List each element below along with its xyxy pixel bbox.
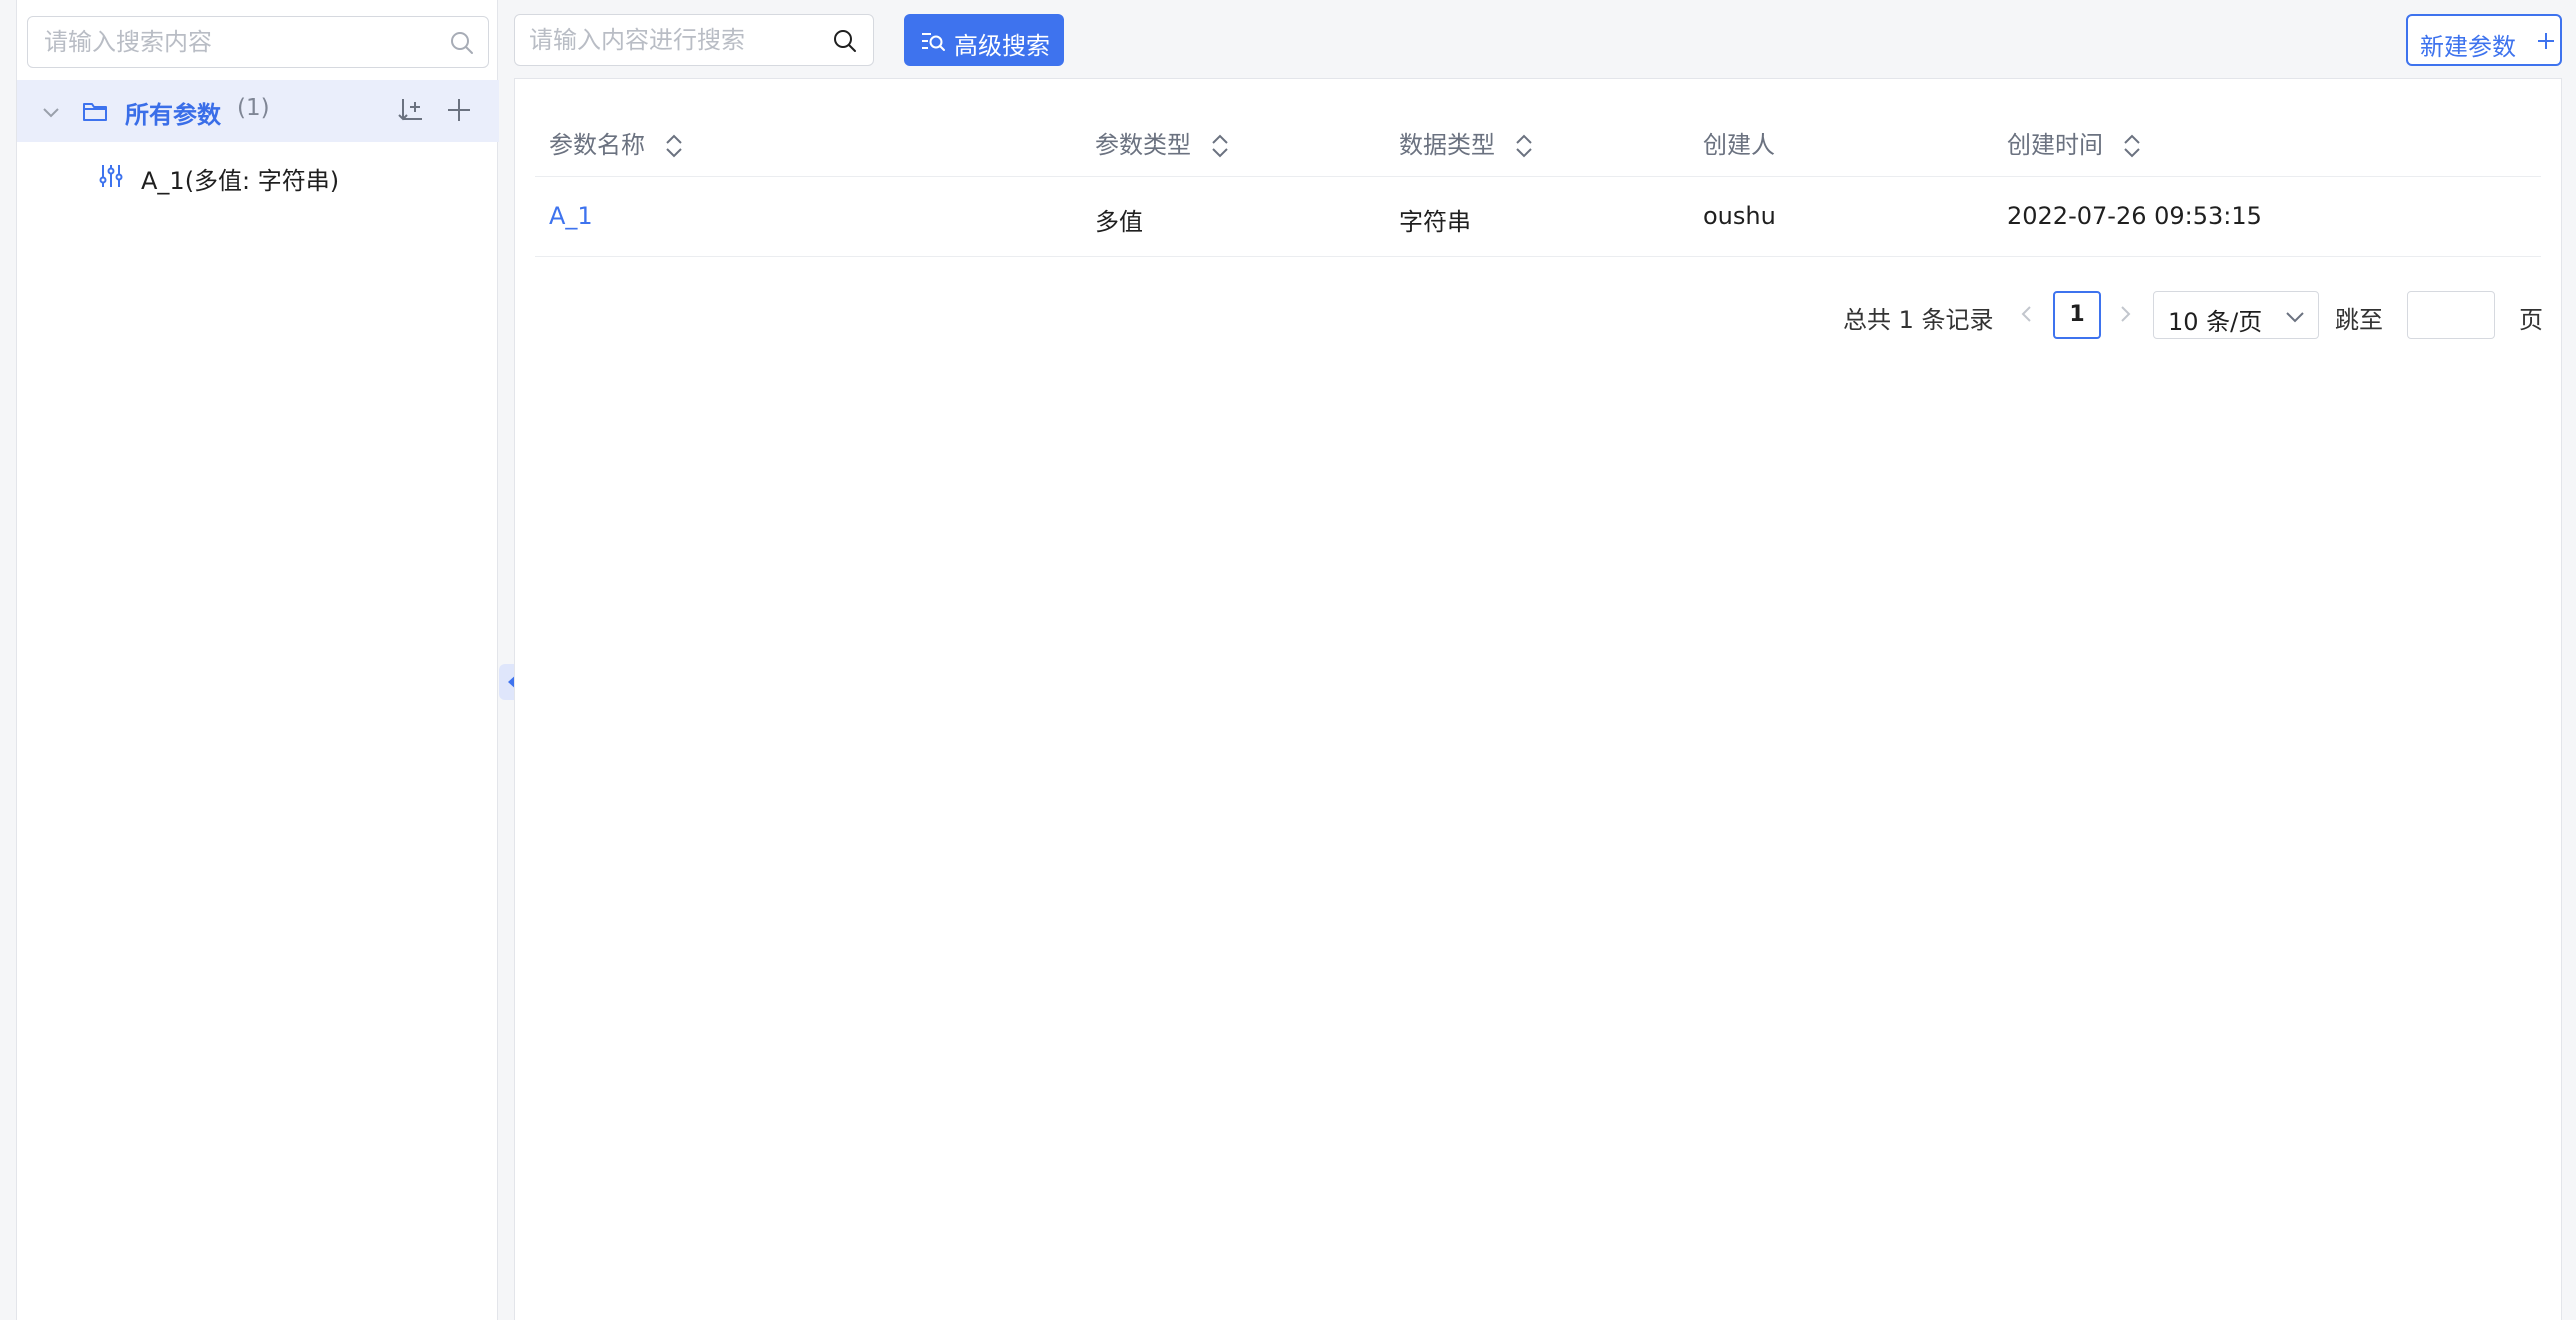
plus-icon <box>2538 33 2554 49</box>
sidebar-search-input[interactable] <box>28 17 428 67</box>
tree-node-label: 所有参数 <box>125 101 221 129</box>
creator-cell: oushu <box>1703 202 1776 230</box>
column-header-label: 参数名称 <box>549 131 645 159</box>
column-header-label: 创建时间 <box>2007 131 2103 159</box>
jump-to-label: 跳至 <box>2335 306 2383 334</box>
column-header-param-type[interactable]: 参数类型 <box>1095 125 1231 160</box>
tree-node-count: (1) <box>237 95 270 121</box>
chevron-right-icon[interactable] <box>2113 302 2137 326</box>
sort-add-icon[interactable] <box>395 94 427 126</box>
sort-icon[interactable] <box>663 132 685 160</box>
pagination-page-1[interactable]: 1 <box>2053 291 2101 339</box>
page-label: 页 <box>2519 306 2543 334</box>
param-type-cell: 多值 <box>1095 208 1143 236</box>
chevron-down-icon[interactable] <box>39 100 63 124</box>
pagination-total: 总共 1 条记录 <box>1843 306 1994 334</box>
sidebar-search-box[interactable] <box>27 16 489 68</box>
column-header-creator: 创建人 <box>1703 125 1775 160</box>
sidebar: 所有参数 (1) A_1(多值: 字符串) <box>16 0 529 1320</box>
search-icon[interactable] <box>448 29 476 57</box>
jump-to-page-input[interactable] <box>2407 291 2495 339</box>
chevron-left-icon[interactable] <box>2015 302 2039 326</box>
advanced-search-icon <box>922 33 945 51</box>
tree-node-label: A_1(多值: 字符串) <box>141 167 340 195</box>
new-param-label: 新建参数 <box>2420 33 2516 61</box>
created-at-cell: 2022-07-26 09:53:15 <box>2007 202 2262 230</box>
param-search-box[interactable] <box>514 14 874 66</box>
sort-icon[interactable] <box>1209 132 1231 160</box>
data-type-cell: 字符串 <box>1399 208 1471 236</box>
column-header-label: 参数类型 <box>1095 131 1191 159</box>
column-header-data-type[interactable]: 数据类型 <box>1399 125 1535 160</box>
page-size-value: 10 条/页 <box>2168 308 2263 336</box>
page-size-select[interactable]: 10 条/页 <box>2153 291 2319 339</box>
plus-icon[interactable] <box>443 94 475 126</box>
sort-icon[interactable] <box>2121 132 2143 160</box>
search-icon[interactable] <box>831 27 859 55</box>
column-header-param-name[interactable]: 参数名称 <box>549 125 685 160</box>
table-row[interactable]: A_1 多值 字符串 oushu 2022-07-26 09:53:15 <box>535 177 2541 257</box>
param-name-link[interactable]: A_1 <box>549 202 593 230</box>
column-header-created-at[interactable]: 创建时间 <box>2007 125 2143 160</box>
column-header-label: 数据类型 <box>1399 131 1495 159</box>
advanced-search-label: 高级搜索 <box>954 32 1050 60</box>
tree-node-all-params[interactable]: 所有参数 (1) <box>17 80 499 142</box>
sliders-icon <box>99 165 123 187</box>
advanced-search-button[interactable]: 高级搜索 <box>904 14 1064 66</box>
chevron-down-icon <box>2286 312 2304 323</box>
pagination: 总共 1 条记录 1 10 条/页 跳至 页 <box>515 289 2563 339</box>
new-param-button[interactable]: 新建参数 <box>2406 14 2562 66</box>
folder-icon <box>83 103 107 121</box>
param-search-input[interactable] <box>515 15 815 65</box>
sort-icon[interactable] <box>1513 132 1535 160</box>
column-header-label: 创建人 <box>1703 131 1775 159</box>
main-panel: 参数名称 参数类型 数据类型 创建人 创建时间 A_1 多值 字符串 oushu… <box>514 78 2562 1320</box>
tree-node-param[interactable]: A_1(多值: 字符串) <box>17 146 499 206</box>
table-header: 参数名称 参数类型 数据类型 创建人 创建时间 <box>535 101 2541 177</box>
